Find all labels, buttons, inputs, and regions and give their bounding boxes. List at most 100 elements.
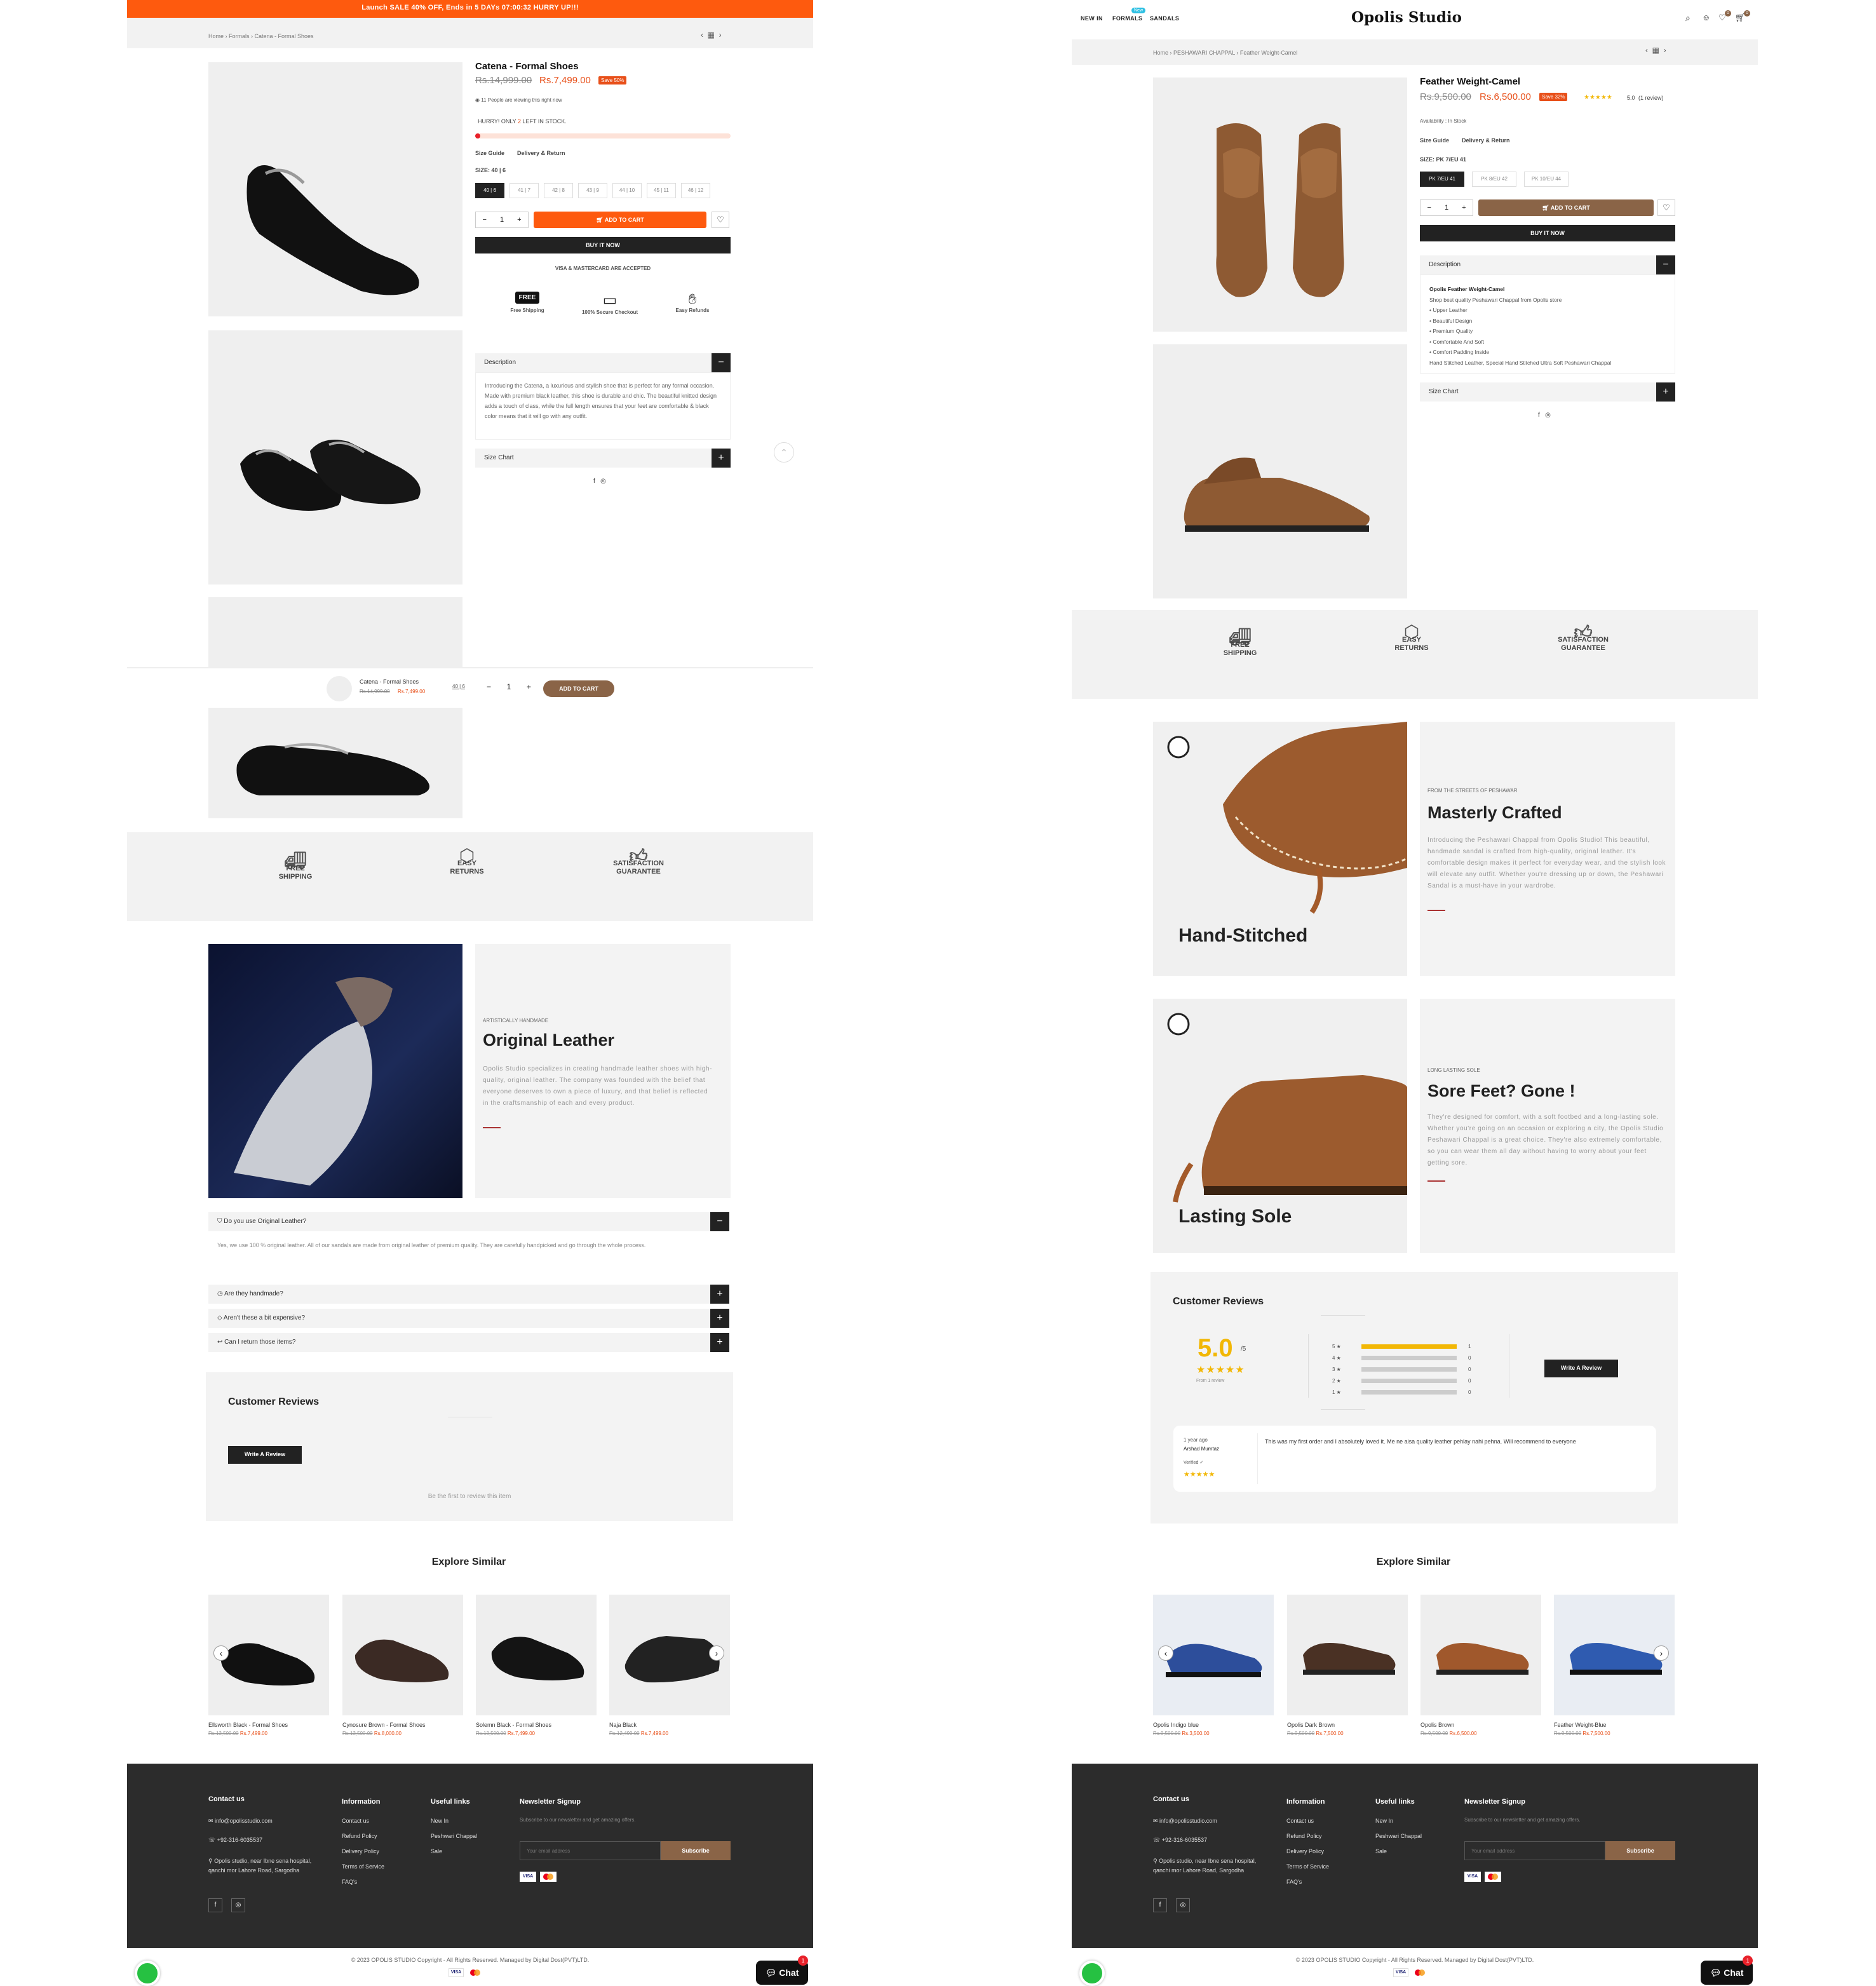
- facebook-icon[interactable]: f: [1538, 412, 1540, 419]
- newsletter-email-input[interactable]: [520, 1841, 661, 1860]
- subscribe-button[interactable]: Subscribe: [1605, 1841, 1675, 1860]
- footer-link[interactable]: Terms of Service: [342, 1859, 384, 1874]
- wishlist-heart-icon[interactable]: ♡: [1657, 199, 1675, 216]
- carousel-prev-icon[interactable]: ‹: [213, 1645, 229, 1661]
- footer-link[interactable]: Refund Policy: [1286, 1828, 1329, 1844]
- minus-icon[interactable]: −: [483, 216, 487, 224]
- search-icon[interactable]: ⌕: [1685, 13, 1690, 24]
- newsletter-email-input[interactable]: [1464, 1841, 1605, 1860]
- instagram-icon[interactable]: ◎: [600, 478, 606, 485]
- prev-next-nav[interactable]: ‹ ▦ ›: [701, 30, 722, 39]
- footer-link[interactable]: FAQ's: [342, 1874, 384, 1889]
- delivery-return-link[interactable]: Delivery & Return: [517, 150, 565, 156]
- footer-link[interactable]: Delivery Policy: [342, 1844, 384, 1859]
- size-option[interactable]: 43 | 9: [578, 183, 607, 198]
- similar-image[interactable]: [1287, 1595, 1408, 1715]
- similar-name[interactable]: Opolis Brown: [1420, 1722, 1455, 1728]
- size-option[interactable]: 44 | 10: [612, 183, 642, 198]
- expand-plus-icon[interactable]: +: [710, 1309, 729, 1328]
- write-review-button[interactable]: Write A Review: [228, 1446, 302, 1464]
- similar-name[interactable]: Opolis Dark Brown: [1287, 1722, 1335, 1728]
- whatsapp-icon[interactable]: [1079, 1961, 1105, 1986]
- similar-name[interactable]: Ellsworth Black - Formal Shoes: [208, 1722, 288, 1728]
- footer-phone[interactable]: ☏ +92-316-6035537: [208, 1832, 262, 1848]
- delivery-return-link[interactable]: Delivery & Return: [1462, 137, 1510, 144]
- size-option[interactable]: PK 7/EU 41: [1420, 172, 1464, 187]
- footer-link[interactable]: New In: [1375, 1813, 1422, 1828]
- rating-stars[interactable]: ★★★★★: [1584, 94, 1612, 101]
- product-image-1[interactable]: [1153, 78, 1407, 332]
- account-icon[interactable]: ☺: [1702, 13, 1710, 22]
- faq-item[interactable]: ◷ Are they handmade?: [208, 1285, 710, 1304]
- footer-link[interactable]: Delivery Policy: [1286, 1844, 1329, 1859]
- breadcrumb[interactable]: Home › PESHAWARI CHAPPAL › Feather Weigh…: [1153, 50, 1297, 56]
- instagram-icon[interactable]: ◎: [1545, 412, 1551, 419]
- description-accordion[interactable]: Description: [1420, 255, 1656, 274]
- similar-image[interactable]: [476, 1595, 597, 1715]
- write-review-button[interactable]: Write A Review: [1544, 1360, 1618, 1377]
- site-logo[interactable]: Opolis Studio: [1351, 9, 1462, 26]
- footer-email[interactable]: ✉ info@opolisstudio.com: [208, 1813, 273, 1828]
- collapse-minus-icon[interactable]: −: [1656, 255, 1675, 274]
- similar-name[interactable]: Opolis Indigo blue: [1153, 1722, 1199, 1728]
- footer-link[interactable]: Terms of Service: [1286, 1859, 1329, 1874]
- carousel-next-icon[interactable]: ›: [709, 1645, 724, 1661]
- similar-image[interactable]: [342, 1595, 463, 1715]
- footer-link[interactable]: Refund Policy: [342, 1828, 384, 1844]
- size-option[interactable]: PK 8/EU 42: [1472, 172, 1516, 187]
- facebook-icon[interactable]: f: [1153, 1898, 1167, 1912]
- instagram-icon[interactable]: ◎: [1176, 1898, 1190, 1912]
- size-option[interactable]: 40 | 6: [475, 183, 504, 198]
- facebook-icon[interactable]: f: [208, 1898, 222, 1912]
- footer-link[interactable]: Contact us: [1286, 1813, 1329, 1828]
- product-image-2[interactable]: [208, 330, 462, 584]
- plus-icon[interactable]: +: [1462, 204, 1466, 212]
- size-option[interactable]: 42 | 8: [544, 183, 573, 198]
- quantity-stepper[interactable]: − 1 +: [1420, 199, 1473, 216]
- footer-link[interactable]: Contact us: [342, 1813, 384, 1828]
- add-to-cart-button[interactable]: 🛒︎ ADD TO CART: [534, 212, 706, 228]
- expand-plus-icon[interactable]: +: [1656, 382, 1675, 402]
- size-option[interactable]: PK 10/EU 44: [1524, 172, 1569, 187]
- size-chart-accordion[interactable]: Size Chart: [1420, 382, 1656, 402]
- subscribe-button[interactable]: Subscribe: [661, 1841, 731, 1860]
- footer-link[interactable]: Sale: [431, 1844, 477, 1859]
- size-guide-link[interactable]: Size Guide: [1420, 137, 1449, 144]
- size-option[interactable]: 41 | 7: [509, 183, 539, 198]
- footer-link[interactable]: New In: [431, 1813, 477, 1828]
- expand-plus-icon[interactable]: +: [710, 1333, 729, 1352]
- buy-now-button[interactable]: BUY IT NOW: [475, 237, 731, 253]
- quantity-stepper[interactable]: − 1 +: [475, 212, 529, 228]
- footer-link[interactable]: Sale: [1375, 1844, 1422, 1859]
- size-option[interactable]: 45 | 11: [647, 183, 676, 198]
- sticky-add-to-cart-button[interactable]: ADD TO CART: [543, 680, 614, 697]
- description-accordion[interactable]: Description: [475, 353, 712, 372]
- faq-item[interactable]: ⛉ Do you use Original Leather?: [208, 1212, 710, 1231]
- similar-image[interactable]: [1420, 1595, 1541, 1715]
- instagram-icon[interactable]: ◎: [231, 1898, 245, 1912]
- footer-link[interactable]: Peshwari Chappal: [431, 1828, 477, 1844]
- size-guide-link[interactable]: Size Guide: [475, 150, 504, 156]
- plus-icon[interactable]: +: [517, 216, 521, 224]
- minus-icon[interactable]: −: [487, 682, 491, 691]
- similar-name[interactable]: Naja Black: [609, 1722, 637, 1728]
- add-to-cart-button[interactable]: 🛒︎ ADD TO CART: [1478, 199, 1654, 216]
- faq-item[interactable]: ◇ Aren't these a bit expensive?: [208, 1309, 710, 1328]
- footer-phone[interactable]: ☏ +92-316-6035537: [1153, 1832, 1207, 1848]
- product-image-2[interactable]: [1153, 344, 1407, 598]
- footer-link[interactable]: Peshwari Chappal: [1375, 1828, 1422, 1844]
- similar-name[interactable]: Cynosure Brown - Formal Shoes: [342, 1722, 426, 1728]
- faq-item[interactable]: ↩ Can I return those items?: [208, 1333, 710, 1352]
- nav-formals[interactable]: FORMALS: [1112, 15, 1142, 22]
- size-chart-accordion[interactable]: Size Chart: [475, 449, 712, 468]
- collapse-minus-icon[interactable]: −: [712, 353, 731, 372]
- footer-link[interactable]: FAQ's: [1286, 1874, 1329, 1889]
- similar-name[interactable]: Solemn Black - Formal Shoes: [476, 1722, 551, 1728]
- facebook-icon[interactable]: f: [593, 478, 595, 485]
- breadcrumb[interactable]: Home › Formals › Catena - Formal Shoes: [208, 33, 314, 39]
- prev-next-nav[interactable]: ‹ ▦ ›: [1645, 46, 1666, 55]
- expand-plus-icon[interactable]: +: [710, 1285, 729, 1304]
- back-to-top-icon[interactable]: ⌃: [774, 442, 794, 463]
- product-image-3[interactable]: [208, 597, 462, 667]
- minus-icon[interactable]: −: [1427, 204, 1431, 212]
